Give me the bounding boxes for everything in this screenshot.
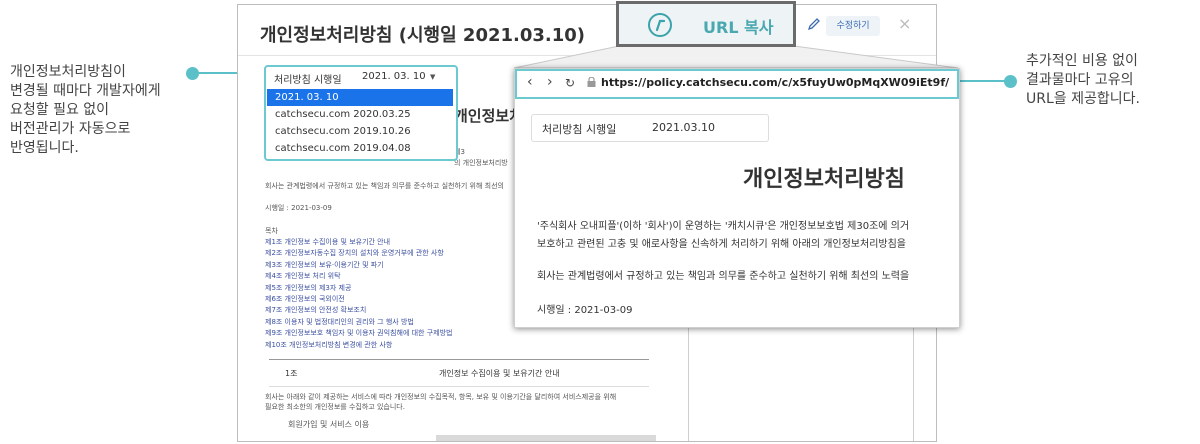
pointer-line-right	[958, 80, 1006, 82]
subsection-heading: 회원가입 및 서비스 이용	[288, 420, 370, 429]
dropdown-option[interactable]: catchsecu.com 2019.10.26	[267, 123, 453, 140]
close-icon[interactable]: ×	[898, 14, 911, 33]
divider	[238, 55, 936, 56]
toc-item[interactable]: 제7조 개인정보의 안전성 확보조치	[265, 305, 452, 316]
toc-item[interactable]: 제3조 개인정보의 보유·이용기간 및 파기	[265, 260, 452, 271]
date-label: 처리방침 시행일	[542, 123, 617, 136]
back-icon[interactable]: ‹	[527, 74, 533, 90]
table-header-row	[436, 435, 656, 441]
annotation-right: 추가적인 비용 없이 결과물마다 고유의 URL을 제공합니다.	[1026, 53, 1140, 107]
forward-icon[interactable]: ›	[547, 74, 553, 90]
section-paragraph: 필요한 최소한의 개인정보를 수집하고 있습니다.	[265, 403, 405, 411]
edit-button[interactable]: 수정하기	[826, 16, 880, 36]
section-header: 1조 개인정보 수집이용 및 보유기간 안내	[269, 359, 649, 387]
dropdown-label: 처리방침 시행일	[274, 75, 342, 86]
url-text[interactable]: https://policy.catchsecu.com/c/x5fuyUw0p…	[601, 76, 949, 89]
date-value: 2021.03.10	[652, 121, 715, 134]
address-bar[interactable]: ‹ › ↻ https://policy.catchsecu.com/c/x5f…	[515, 69, 959, 99]
document-title: 개인정보처리방침 (시행일 2021.03.10)	[260, 25, 586, 46]
browser-page: 처리방침 시행일 2021.03.10 개인정보처리방침 '주식회사 오내피플'…	[515, 99, 959, 327]
dropdown-option[interactable]: catchsecu.com 2020.03.25	[267, 106, 453, 123]
section-paragraph: 회사는 아래와 같이 제공하는 서비스에 따라 개인정보의 수집목적, 항목, …	[265, 393, 617, 401]
url-copy-label: URL 복사	[703, 18, 774, 37]
toc-item[interactable]: 제5조 개인정보의 제3자 제공	[265, 283, 452, 294]
toc-item[interactable]: 제10조 개인정보처리방침 변경에 관한 사항	[265, 340, 452, 351]
toc-item[interactable]: 제1조 개인정보 수집이용 및 보유기간 안내	[265, 237, 452, 248]
toc-title: 목차	[265, 227, 278, 235]
toc-item[interactable]: 제4조 개인정보 처리 위탁	[265, 271, 452, 282]
url-copy-button[interactable]: URL 복사	[616, 1, 796, 47]
page-paragraph: 보호하고 관련된 고충 및 애로사항을 신속하게 처리하기 위해 아래의 개인정…	[537, 239, 907, 250]
lock-icon	[587, 77, 596, 87]
side-panel	[688, 325, 914, 441]
background-text: 의 개인정보처리방	[454, 159, 508, 167]
version-dropdown[interactable]: 처리방침 시행일 2021. 03. 10 ▼ 2021. 03. 10 cat…	[264, 65, 458, 161]
dropdown-value[interactable]: 2021. 03. 10	[362, 71, 426, 82]
section-title: 개인정보 수집이용 및 보유기간 안내	[439, 369, 560, 378]
effective-date-box: 처리방침 시행일 2021.03.10	[531, 114, 769, 142]
toc-item[interactable]: 제6조 개인정보의 국외이전	[265, 294, 452, 305]
toc-item[interactable]: 제2조 개인정보자동수집 장치의 설치와 운영거부에 관한 사항	[265, 248, 452, 259]
intro-text: 회사는 관계법령에서 규정하고 있는 책임과 의무를 준수하고 실천하기 위해 …	[265, 182, 504, 190]
toc-item[interactable]: 제9조 개인정보보호 책임자 및 이용자 권익침해에 대한 구제방법	[265, 328, 452, 339]
section-number: 1조	[285, 369, 298, 378]
dropdown-option[interactable]: 2021. 03. 10	[267, 89, 453, 106]
effective-date: 시행일 : 2021-03-09	[265, 204, 332, 212]
browser-preview: ‹ › ↻ https://policy.catchsecu.com/c/x5f…	[514, 68, 960, 328]
page-title: 개인정보처리방침	[743, 167, 905, 192]
dropdown-options: 2021. 03. 10 catchsecu.com 2020.03.25 ca…	[267, 89, 453, 157]
toc-item[interactable]: 제8조 이용자 및 법정대리인의 권리와 그 행사 방법	[265, 317, 452, 328]
page-paragraph: 회사는 관계법령에서 규정하고 있는 책임과 의무를 준수하고 실천하기 위해 …	[537, 271, 910, 282]
reload-icon[interactable]: ↻	[565, 76, 575, 90]
page-effective-date: 시행일 : 2021-03-09	[537, 305, 633, 316]
pencil-icon[interactable]	[806, 16, 822, 32]
chevron-down-icon[interactable]: ▼	[430, 73, 435, 81]
page-paragraph: '주식회사 오내피플'(이하 '회사')이 운영하는 '캐치시큐'은 개인정보보…	[537, 221, 910, 232]
table-of-contents: 제1조 개인정보 수집이용 및 보유기간 안내 제2조 개인정보자동수집 장치의…	[265, 237, 452, 351]
annotation-left: 개인정보처리방침이 변경될 때마다 개발자에게 요청할 필요 없이 버전관리가 …	[10, 64, 161, 156]
link-logo-icon	[648, 13, 672, 37]
dropdown-option[interactable]: catchsecu.com 2019.04.08	[267, 140, 453, 157]
